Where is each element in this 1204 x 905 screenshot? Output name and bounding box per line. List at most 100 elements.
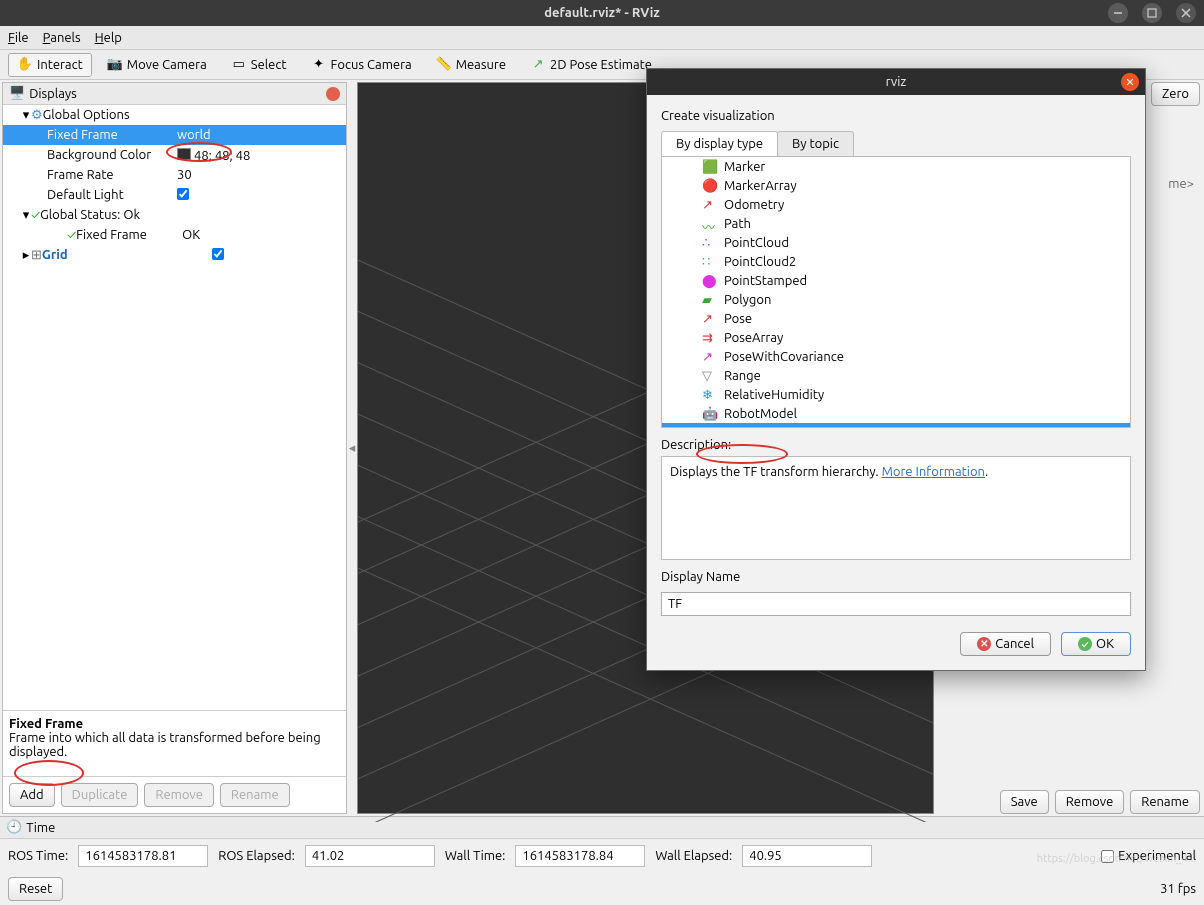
tree-global-options[interactable]: Global Options xyxy=(43,108,213,122)
type-icon: 〰 xyxy=(702,217,716,231)
views-rename-button[interactable]: Rename xyxy=(1130,790,1200,814)
displays-title: Displays xyxy=(29,87,77,101)
type-label: PointCloud xyxy=(724,236,789,250)
window-title: default.rviz* - RViz xyxy=(544,6,660,20)
tree-grid[interactable]: Grid xyxy=(42,248,212,262)
property-description: Fixed Frame Frame into which all data is… xyxy=(3,710,346,776)
menubar: File Panels Help xyxy=(0,26,1204,50)
arrow-icon: ↗ xyxy=(530,57,546,73)
ok-button[interactable]: ✓OK xyxy=(1061,632,1131,656)
display-type-item[interactable]: 〰 Path xyxy=(662,214,1130,233)
close-button[interactable] xyxy=(1176,3,1196,23)
tool-select[interactable]: ▭ Select xyxy=(222,53,296,77)
dialog-titlebar[interactable]: rviz ✕ xyxy=(647,69,1145,95)
type-label: PointCloud2 xyxy=(724,255,796,269)
tab-by-topic[interactable]: By topic xyxy=(777,131,854,156)
expander[interactable]: ▾ xyxy=(21,208,31,223)
display-type-item[interactable]: ⇉ PoseArray xyxy=(662,328,1130,347)
display-type-item[interactable]: ▰Polygon xyxy=(662,290,1130,309)
type-icon: ▰ xyxy=(702,293,716,307)
type-icon: ↗ xyxy=(702,312,716,326)
display-type-item[interactable]: ❄RelativeHumidity xyxy=(662,385,1130,404)
tree-bg-color[interactable]: Background Color xyxy=(47,148,177,162)
display-type-item[interactable]: ▽Range xyxy=(662,366,1130,385)
display-type-item[interactable]: ↗PoseWithCovariance xyxy=(662,347,1130,366)
views-save-button[interactable]: Save xyxy=(1000,790,1049,814)
display-type-item[interactable]: ∷PointCloud2 xyxy=(662,252,1130,271)
ros-time-input[interactable] xyxy=(78,845,208,867)
grid-checkbox[interactable] xyxy=(212,248,224,260)
dialog-close-button[interactable]: ✕ xyxy=(1121,73,1139,91)
display-type-item[interactable]: ∴ PointCloud xyxy=(662,233,1130,252)
ruler-icon: 📏 xyxy=(436,57,452,73)
menu-panels[interactable]: Panels xyxy=(43,31,81,45)
type-label: PointStamped xyxy=(724,274,807,288)
maximize-button[interactable] xyxy=(1142,3,1162,23)
splitter[interactable]: ◂ xyxy=(349,80,355,816)
rename-button[interactable]: Rename xyxy=(220,783,290,807)
type-icon: ⬤ xyxy=(702,274,716,288)
display-type-item[interactable]: 🔴MarkerArray xyxy=(662,176,1130,195)
ros-elapsed-input[interactable] xyxy=(305,845,435,867)
type-label: PoseArray xyxy=(724,331,783,345)
tree-global-status[interactable]: Global Status: Ok xyxy=(40,208,210,222)
experimental-checkbox[interactable] xyxy=(1101,850,1114,863)
cancel-icon: ✕ xyxy=(977,637,991,651)
tree-default-light[interactable]: Default Light xyxy=(47,188,177,202)
wall-time-input[interactable] xyxy=(515,845,645,867)
clock-icon: 🕘 xyxy=(6,820,22,835)
tool-focus-camera[interactable]: ✦ Focus Camera xyxy=(302,53,421,77)
display-name-label: Display Name xyxy=(661,570,1131,584)
tree-fixed-frame[interactable]: Fixed Frame xyxy=(47,128,177,142)
add-button[interactable]: Add xyxy=(9,783,55,807)
display-type-item[interactable]: ⬤ PointStamped xyxy=(662,271,1130,290)
type-label: Path xyxy=(724,217,751,231)
description-box: Displays the TF transform hierarchy. Mor… xyxy=(661,456,1131,560)
minimize-button[interactable] xyxy=(1108,3,1128,23)
tab-by-display-type[interactable]: By display type xyxy=(661,131,778,156)
tree-frame-rate[interactable]: Frame Rate xyxy=(47,168,177,182)
tool-2d-pose-estimate[interactable]: ↗ 2D Pose Estimate xyxy=(521,53,661,77)
experimental-label[interactable]: Experimental xyxy=(1101,849,1196,863)
views-remove-button[interactable]: Remove xyxy=(1055,790,1125,814)
expander[interactable]: ▾ xyxy=(21,108,31,123)
tool-interact[interactable]: ✋ Interact xyxy=(8,53,92,77)
ros-time-label: ROS Time: xyxy=(8,849,68,863)
display-type-item[interactable]: ╳TF xyxy=(662,423,1130,428)
frame-hint-text: me> xyxy=(1168,177,1200,191)
checkmark-icon: ✓ xyxy=(67,228,76,242)
cancel-button[interactable]: ✕Cancel xyxy=(960,632,1051,656)
type-icon: ⇉ xyxy=(702,331,716,345)
type-label: RelativeHumidity xyxy=(724,388,824,402)
more-information-link[interactable]: More Information xyxy=(882,465,985,479)
fixed-frame-value[interactable]: world xyxy=(177,128,346,142)
expander[interactable]: ▸ xyxy=(21,248,31,263)
display-type-item[interactable]: 🟩Marker xyxy=(662,157,1130,176)
display-type-item[interactable]: 🤖RobotModel xyxy=(662,404,1130,423)
tool-measure[interactable]: 📏 Measure xyxy=(427,53,515,77)
tree-status-ff[interactable]: Fixed Frame xyxy=(76,228,182,242)
displays-panel: 🖥️ Displays ▾ ⚙ Global Options Fixed Fra… xyxy=(2,82,347,814)
reset-button[interactable]: Reset xyxy=(8,877,63,901)
tool-move-camera[interactable]: 📷 Move Camera xyxy=(98,53,216,77)
display-type-item[interactable]: ↗Pose xyxy=(662,309,1130,328)
type-label: MarkerArray xyxy=(724,179,797,193)
fps-label: 31 fps xyxy=(1160,882,1196,896)
menu-help[interactable]: Help xyxy=(95,31,122,45)
panel-close-button[interactable] xyxy=(326,87,340,101)
type-label: Marker xyxy=(724,160,765,174)
type-icon: ▽ xyxy=(702,369,716,383)
display-type-list[interactable]: 🟩Marker🔴MarkerArray↗Odometry 〰 Path ∴ PointC… xyxy=(661,156,1131,428)
window-titlebar: default.rviz* - RViz xyxy=(0,0,1204,26)
remove-button[interactable]: Remove xyxy=(144,783,214,807)
type-icon: ∴ xyxy=(702,236,716,250)
duplicate-button[interactable]: Duplicate xyxy=(61,783,139,807)
zero-button[interactable]: Zero xyxy=(1151,82,1200,106)
display-name-input[interactable] xyxy=(661,592,1131,616)
display-type-item[interactable]: ↗Odometry xyxy=(662,195,1130,214)
menu-file[interactable]: File xyxy=(8,31,29,45)
displays-tree[interactable]: ▾ ⚙ Global Options Fixed Frame world Bac… xyxy=(3,105,346,710)
default-light-checkbox[interactable] xyxy=(177,188,189,200)
wall-elapsed-input[interactable] xyxy=(742,845,872,867)
checkmark-icon: ✓ xyxy=(31,208,40,222)
